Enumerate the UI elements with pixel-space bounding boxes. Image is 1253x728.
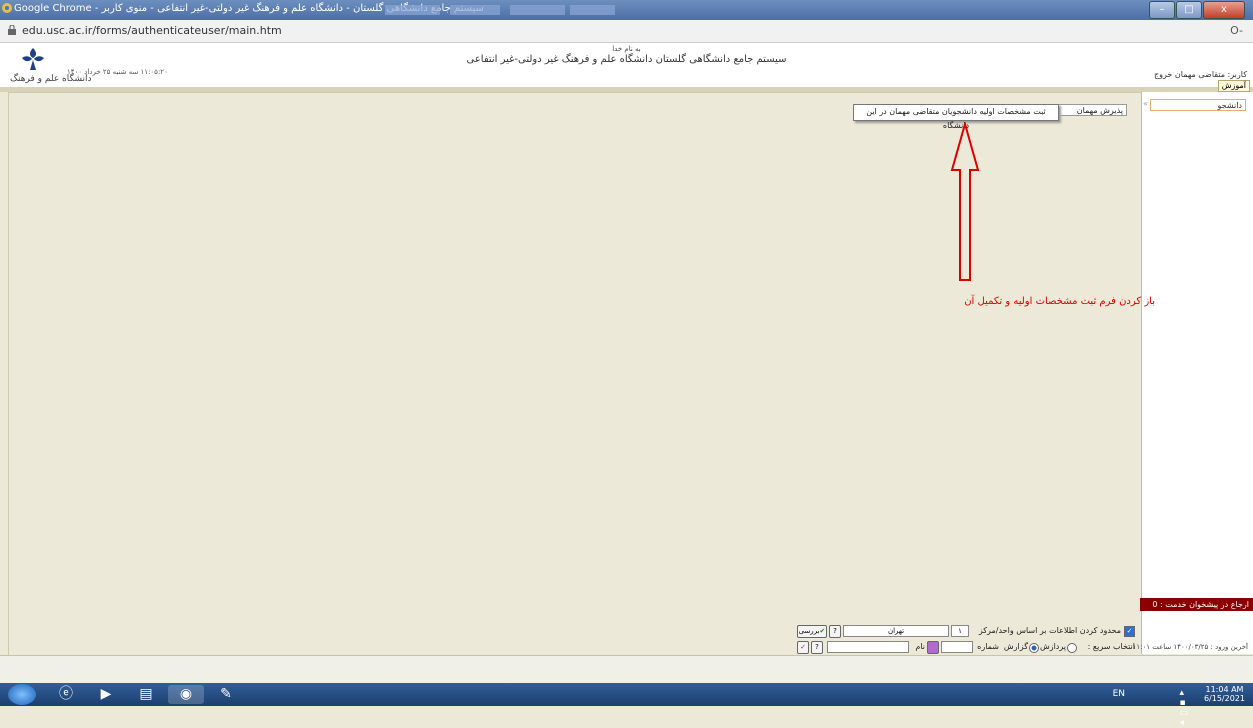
- calendar-icon[interactable]: [927, 641, 939, 654]
- service-desk-referral-bar[interactable]: ارجاع در پیشخوان خدمت : 0: [1140, 598, 1253, 611]
- language-indicator[interactable]: EN: [1113, 689, 1125, 699]
- name-input[interactable]: [827, 641, 909, 653]
- submenu-item-register-guest[interactable]: ثبت مشخصات اولیه دانشجویان متقاضی مهمان …: [853, 104, 1059, 130]
- url-text[interactable]: edu.usc.ac.ir/forms/authenticateuser/mai…: [22, 24, 282, 37]
- close-button[interactable]: x: [1203, 1, 1245, 19]
- unit-name-input[interactable]: تهران: [843, 625, 949, 637]
- review-button[interactable]: ✔بررسی: [797, 625, 827, 638]
- radio-report[interactable]: [1029, 643, 1039, 653]
- page-header: دانشگاه علم و فرهنگ به نام خدا سیستم جام…: [0, 43, 1253, 87]
- taskbar: ⓔ ▶ ▤ ◉ ✎ EN ▴ ▪ ▭ ◂ 11:04 AM 6/15/2021: [0, 683, 1253, 728]
- media-player-icon[interactable]: ▶: [88, 685, 124, 704]
- collapse-arrow-icon[interactable]: «: [1143, 99, 1148, 108]
- annotation-text: باز کردن فرم ثبت مشخصات اولیه و تکمیل آن: [964, 296, 1155, 307]
- bismillah-text: به نام خدا: [612, 45, 641, 53]
- lock-icon: [8, 24, 16, 38]
- number-label: شماره: [977, 642, 999, 651]
- maximize-button[interactable]: □: [1176, 1, 1202, 19]
- quick-select-row: انتخاب سریع : پردازش گزارش شماره نام ? ✓: [797, 641, 1135, 654]
- sidebar: « دانشجو: [1141, 92, 1253, 654]
- help-button-2[interactable]: ?: [811, 641, 823, 654]
- explorer-icon[interactable]: ▤: [128, 685, 164, 704]
- help-button[interactable]: ?: [829, 625, 841, 638]
- tray-icons[interactable]: ▴ ▪ ▭ ◂: [1180, 688, 1194, 728]
- limit-label: محدود کردن اطلاعات بر اساس واحد/مرکز: [978, 626, 1121, 635]
- start-button-icon[interactable]: [8, 684, 36, 705]
- user-info[interactable]: کاربر: متقاضی مهمان خروج: [1154, 70, 1247, 79]
- clock-time: 11:04 AM: [1205, 685, 1244, 694]
- window-titlebar: سیستم جامع دانشگاهی گلستان - دانشگاه علم…: [0, 0, 1253, 20]
- ie-icon[interactable]: ⓔ: [48, 685, 84, 704]
- chrome-taskbar-icon[interactable]: ◉: [168, 685, 204, 704]
- name-label: نام: [915, 642, 925, 651]
- annotation-arrow-icon: [950, 122, 980, 281]
- filter-row: ✓ محدود کردن اطلاعات بر اساس واحد/مرکز ۱…: [797, 625, 1135, 638]
- clock[interactable]: 11:04 AM 6/15/2021: [1204, 685, 1245, 703]
- sidebar-item-student[interactable]: دانشجو: [1150, 99, 1246, 111]
- page-title: سیستم جامع دانشگاهی گلستان دانشگاه علم و…: [466, 54, 787, 65]
- number-input[interactable]: [941, 641, 973, 653]
- check-icon: ✔: [819, 627, 826, 635]
- radio-report-label: گزارش: [1003, 642, 1028, 651]
- address-bar[interactable]: edu.usc.ac.ir/forms/authenticateuser/mai…: [0, 20, 1253, 43]
- clock-date: 6/15/2021: [1203, 694, 1245, 703]
- limit-checkbox[interactable]: ✓: [1124, 626, 1135, 637]
- unit-code-input[interactable]: ۱: [951, 625, 969, 637]
- key-icon[interactable]: O-: [1230, 24, 1243, 37]
- chrome-icon: [2, 3, 12, 13]
- quick-select-label: انتخاب سریع :: [1087, 642, 1135, 651]
- status-bar: [0, 655, 1253, 684]
- menu-item-guest-accept[interactable]: پذیرش مهمان: [1057, 104, 1127, 116]
- radio-process-label: پردازش: [1039, 642, 1066, 651]
- confirm-check-icon[interactable]: ✓: [797, 641, 809, 654]
- radio-process[interactable]: [1067, 643, 1077, 653]
- paint-icon[interactable]: ✎: [208, 685, 244, 704]
- tab-education[interactable]: آموزش: [1217, 80, 1250, 92]
- last-login: آخرین ورود : ۱۴۰۰/۰۳/۲۵ ساعت ۱۱:۰۱: [1132, 643, 1248, 651]
- date-time: ۱۱:۰۵:۲۰ سه شنبه ۲۵ خرداد ۱۴۰۰: [67, 68, 168, 76]
- minimize-button[interactable]: –: [1149, 1, 1175, 19]
